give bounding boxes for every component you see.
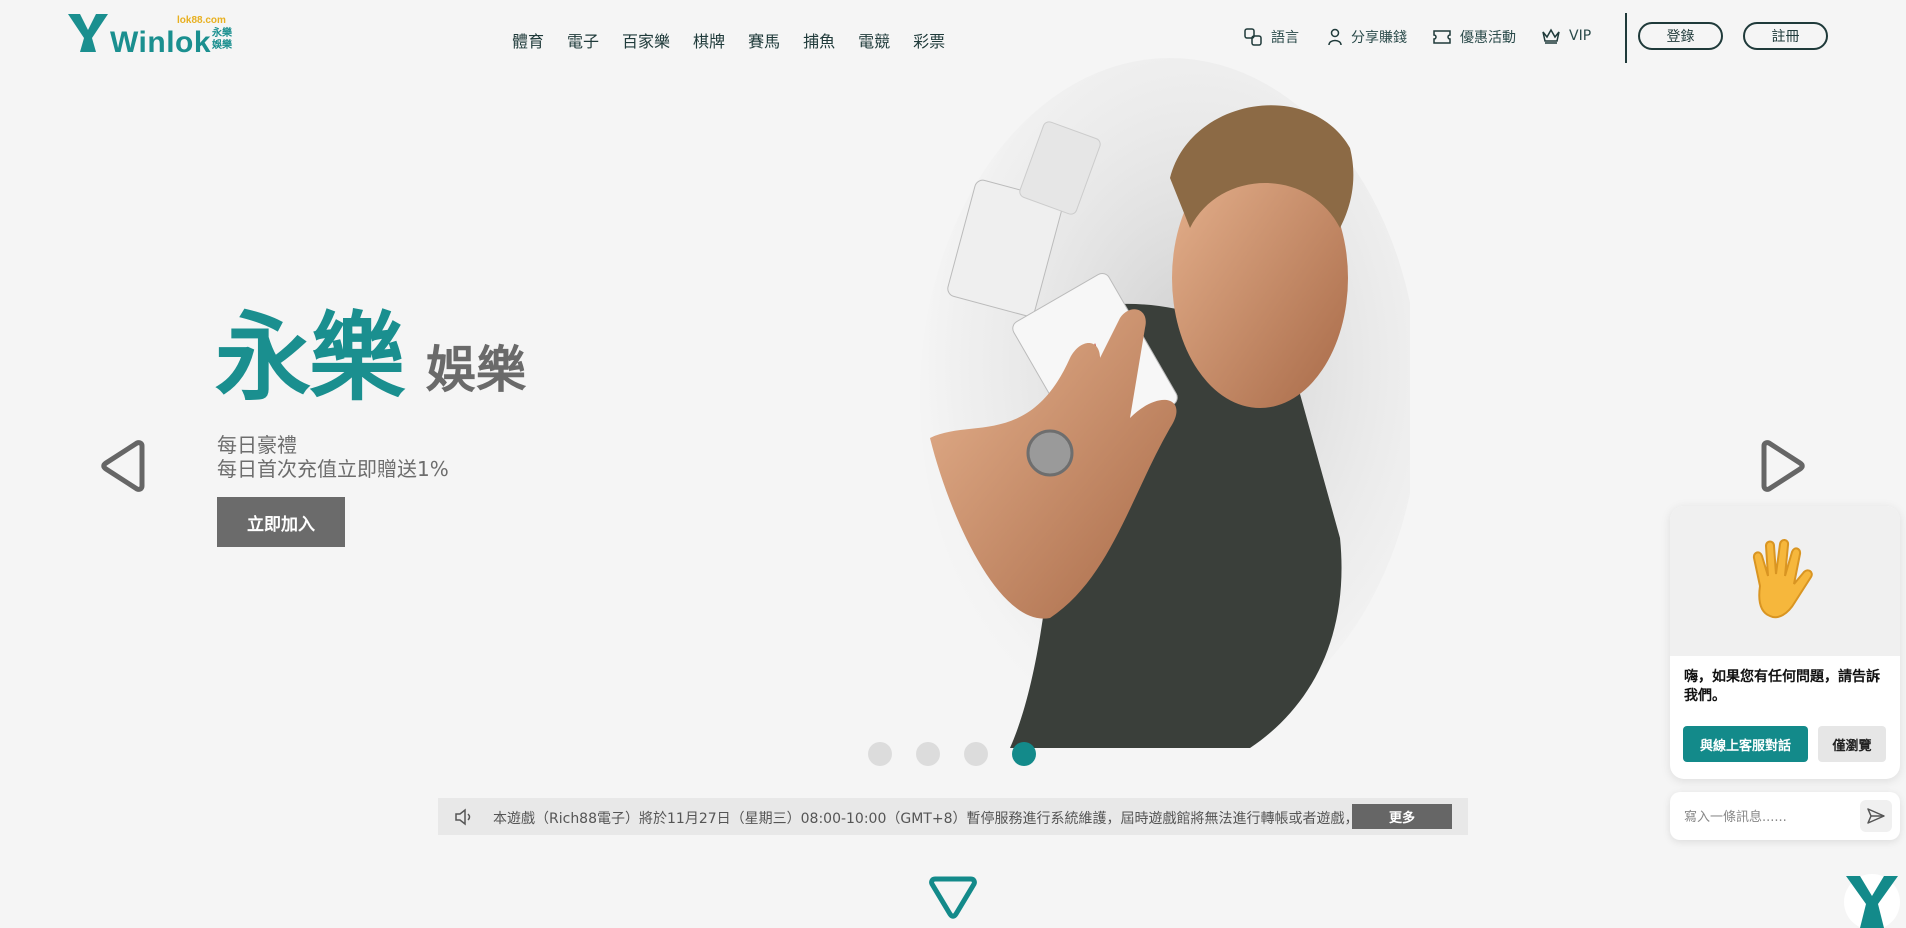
scroll-down-icon[interactable] — [929, 873, 977, 921]
brand-name: Winlok — [110, 26, 212, 59]
ticket-icon — [1433, 30, 1451, 44]
login-button[interactable]: 登錄 — [1638, 22, 1723, 50]
hero-line-1: 每日豪禮 — [217, 433, 297, 457]
nav-slots[interactable]: 電子 — [567, 28, 599, 52]
vip-label: VIP — [1569, 28, 1592, 44]
language-link[interactable]: 語言 — [1243, 27, 1299, 47]
hero-line-2: 每日首次充值立即贈送1% — [217, 457, 449, 481]
brand-domain: lok88.com — [177, 15, 226, 26]
promotions-label: 優惠活動 — [1460, 30, 1516, 46]
user-icon — [1328, 28, 1342, 46]
chat-browse-button[interactable]: 僅瀏覽 — [1818, 726, 1886, 762]
hero-title: 永樂 — [215, 302, 405, 414]
chat-input-box — [1670, 792, 1900, 840]
carousel-dot-3[interactable] — [964, 742, 988, 766]
send-icon — [1867, 808, 1885, 824]
main-nav: 體育 電子 百家樂 棋牌 賽馬 捕魚 電競 彩票 — [512, 28, 945, 52]
carousel-next-icon[interactable] — [1756, 440, 1806, 492]
winlok-logo-icon — [68, 14, 108, 52]
carousel-dot-1[interactable] — [868, 742, 892, 766]
language-icon — [1244, 28, 1262, 46]
crown-icon — [1542, 28, 1560, 44]
share-link[interactable]: 分享賺錢 — [1327, 27, 1407, 47]
language-label: 語言 — [1271, 30, 1299, 46]
brand-subtitle: 永樂娛樂 — [212, 28, 232, 51]
chat-header — [1670, 506, 1900, 656]
nav-esports[interactable]: 電競 — [858, 28, 890, 52]
carousel-dot-2[interactable] — [916, 742, 940, 766]
join-now-button[interactable]: 立即加入 — [217, 497, 345, 547]
send-button[interactable] — [1860, 800, 1892, 832]
chat-message: 嗨，如果您有任何問題，請告訴我們。 — [1684, 669, 1880, 704]
nav-baccarat[interactable]: 百家樂 — [622, 28, 670, 52]
logo[interactable]: Winlok lok88.com 永樂娛樂 — [66, 12, 236, 59]
nav-chess-cards[interactable]: 棋牌 — [693, 28, 725, 52]
waving-hand-icon — [1752, 539, 1813, 619]
hero-title-suffix: 娛樂 — [426, 341, 526, 399]
notice-more-button[interactable]: 更多 — [1352, 804, 1452, 829]
chat-talk-button[interactable]: 與線上客服對話 — [1683, 726, 1808, 762]
hero-magician-image — [920, 58, 1410, 748]
carousel-dot-4[interactable] — [1012, 742, 1036, 766]
vip-link[interactable]: VIP — [1541, 27, 1591, 45]
carousel-prev-icon[interactable] — [100, 440, 150, 492]
notice-text: 本遊戲（Rich88電子）將於11月27日（星期三）08:00-10:00（GM… — [493, 811, 1359, 827]
nav-horse-racing[interactable]: 賽馬 — [748, 28, 780, 52]
nav-sports[interactable]: 體育 — [512, 28, 544, 52]
chat-launcher-logo-icon[interactable] — [1842, 870, 1902, 928]
notice-bar: 本遊戲（Rich88電子）將於11月27日（星期三）08:00-10:00（GM… — [438, 798, 1468, 835]
speaker-icon — [455, 808, 471, 826]
register-button[interactable]: 註冊 — [1743, 22, 1828, 50]
share-label: 分享賺錢 — [1351, 30, 1407, 46]
chat-message-input[interactable] — [1682, 804, 1856, 830]
nav-lottery[interactable]: 彩票 — [913, 28, 945, 52]
nav-fishing[interactable]: 捕魚 — [803, 28, 835, 52]
promotions-link[interactable]: 優惠活動 — [1432, 27, 1516, 47]
carousel-dots — [868, 742, 1036, 766]
chat-widget: 嗨，如果您有任何問題，請告訴我們。 與線上客服對話 僅瀏覽 — [1670, 506, 1900, 779]
header-divider — [1625, 13, 1627, 63]
